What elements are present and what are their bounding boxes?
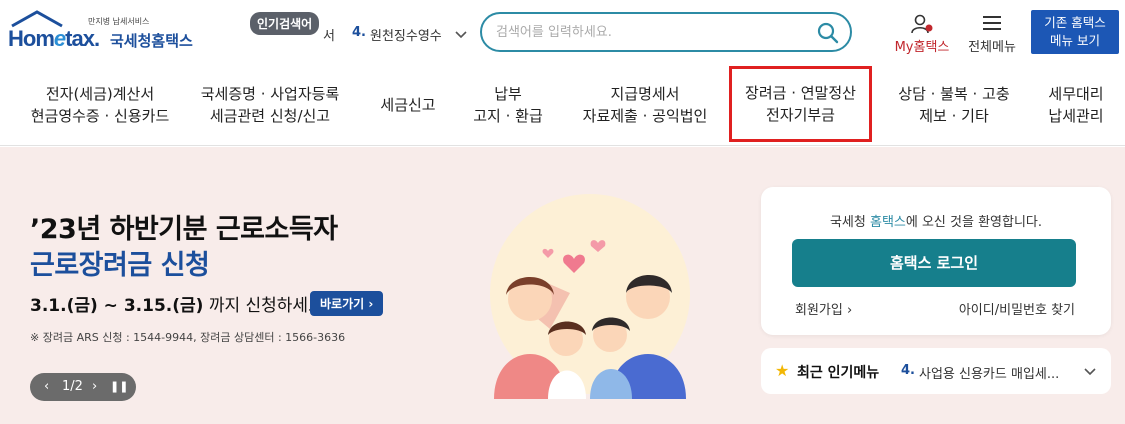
my-hometax-label: My홈택스 [894, 40, 950, 55]
popular-badge: 인기검색어 [250, 12, 320, 35]
nav-item-line2: 전자기부금 [765, 106, 835, 124]
old-hometax-menu-button[interactable]: 기존 홈택스 메뉴 보기 [1031, 10, 1119, 54]
nav-item-line2: 세금관련 신청/신고 [209, 107, 331, 125]
search-input[interactable] [496, 22, 806, 42]
old-menu-line1: 기존 홈택스 [1044, 15, 1106, 30]
logo-wordmark: Hometax. [8, 26, 100, 51]
hero-note: ※ 장려금 ARS 신청 : 1544-9944, 장려금 상담센터 : 156… [30, 331, 346, 344]
nav-item-line1: 지급명세서 [610, 85, 680, 103]
popular-rank: 4. [352, 25, 366, 40]
main-nav: 전자(세금)계산서 현금영수증 · 신용카드 국세증명 · 사업자등록 세금관련… [0, 64, 1125, 146]
star-icon: ★ [775, 361, 790, 380]
login-card: 국세청 홈택스에 오신 것을 환영합니다. 홈택스 로그인 회원가입 › 아이디… [761, 187, 1111, 335]
nav-item-tax-agent[interactable]: 세무대리 납세관리 [1036, 64, 1116, 146]
slide-pager: ‹ 1/2 › ❚❚ [30, 373, 136, 401]
nav-item-line2: 제보 · 기타 [919, 107, 989, 125]
nav-item-payment-statements[interactable]: 지급명세서 자료제출 · 공익법인 [570, 64, 720, 146]
nav-item-line1: 장려금 · 연말정산 [745, 84, 856, 102]
header: 만지병 납세서비스 Hometax. 국세청홈택스 인기검색어 서 4. 원천징… [0, 0, 1125, 64]
find-id-password-link[interactable]: 아이디/비밀번호 찾기 [959, 299, 1075, 318]
nav-item-line1: 세금신고 [380, 96, 436, 114]
chevron-down-icon[interactable] [454, 28, 468, 42]
chevron-down-icon[interactable] [1083, 365, 1097, 379]
my-hometax-button[interactable]: My홈택스 [890, 12, 954, 55]
hero-banner: ’23년 하반기분 근로소득자 근로장려금 신청 3.1.(금) ~ 3.15.… [0, 147, 1125, 424]
chevron-right-icon: › [368, 297, 374, 311]
hero-title-line2: 근로장려금 신청 [30, 250, 210, 281]
nav-item-payment[interactable]: 납부 고지 · 환급 [460, 64, 556, 146]
nav-item-line2: 납세관리 [1048, 107, 1104, 125]
popular-prefix: 서 [323, 29, 335, 44]
nav-item-line1: 세무대리 [1048, 85, 1104, 103]
nav-item-e-invoice[interactable]: 전자(세금)계산서 현금영수증 · 신용카드 [20, 64, 180, 146]
nav-item-line2: 고지 · 환급 [473, 107, 543, 125]
nav-item-tax-return[interactable]: 세금신고 [368, 64, 448, 146]
user-icon [911, 14, 933, 34]
old-menu-line2: 메뉴 보기 [1050, 33, 1100, 48]
nav-item-line1: 납부 [494, 85, 522, 103]
welcome-text: 국세청 홈택스에 오신 것을 환영합니다. [829, 215, 1043, 230]
search-bar [480, 12, 852, 52]
popular-keyword[interactable]: 원천징수영수 [370, 25, 442, 44]
next-slide-button[interactable]: › [92, 379, 97, 394]
slide-counter: 1/2 [62, 379, 83, 394]
hero-title-line1: ’23년 하반기분 근로소득자 [30, 214, 338, 245]
search-icon[interactable] [816, 21, 840, 45]
nav-item-incentives[interactable]: 장려금 · 연말정산 전자기부금 [729, 66, 872, 142]
hamburger-icon [983, 16, 1001, 30]
go-button[interactable]: 바로가기 › [310, 291, 384, 316]
pause-icon[interactable]: ❚❚ [110, 380, 128, 393]
hero-date: 3.1.(금) ~ 3.15.(금) 까지 신청하세요! [30, 296, 331, 316]
nav-item-consultation[interactable]: 상담 · 불복 · 고충 제보 · 기타 [886, 64, 1022, 146]
all-menu-label: 전체메뉴 [968, 40, 1016, 55]
hometax-logo[interactable]: 만지병 납세서비스 Hometax. 국세청홈택스 [8, 10, 198, 54]
nav-item-certificates[interactable]: 국세증명 · 사업자등록 세금관련 신청/신고 [190, 64, 350, 146]
recent-title: 최근 인기메뉴 [797, 365, 880, 381]
nav-item-line2: 현금영수증 · 신용카드 [30, 107, 170, 125]
login-button[interactable]: 홈택스 로그인 [792, 239, 1076, 287]
family-illustration [490, 194, 690, 399]
logo-korean: 국세청홈택스 [110, 32, 193, 50]
prev-slide-button[interactable]: ‹ [44, 379, 49, 394]
nav-item-line1: 국세증명 · 사업자등록 [200, 85, 340, 103]
chevron-right-icon: › [846, 303, 853, 318]
signup-link[interactable]: 회원가입 › [795, 299, 852, 318]
nav-item-line1: 상담 · 불복 · 고충 [898, 85, 1010, 103]
recent-popular-menu[interactable]: ★ 최근 인기메뉴 4. 사업용 신용카드 매입세... [761, 348, 1111, 394]
all-menu-button[interactable]: 전체메뉴 [962, 12, 1022, 55]
popular-keywords[interactable]: 인기검색어 서 4. 원천징수영수 [248, 12, 475, 52]
recent-item[interactable]: 사업용 신용카드 매입세... [919, 363, 1059, 382]
nav-item-line1: 전자(세금)계산서 [45, 85, 155, 103]
recent-rank: 4. [901, 363, 915, 378]
nav-item-line2: 자료제출 · 공익법인 [582, 107, 708, 125]
